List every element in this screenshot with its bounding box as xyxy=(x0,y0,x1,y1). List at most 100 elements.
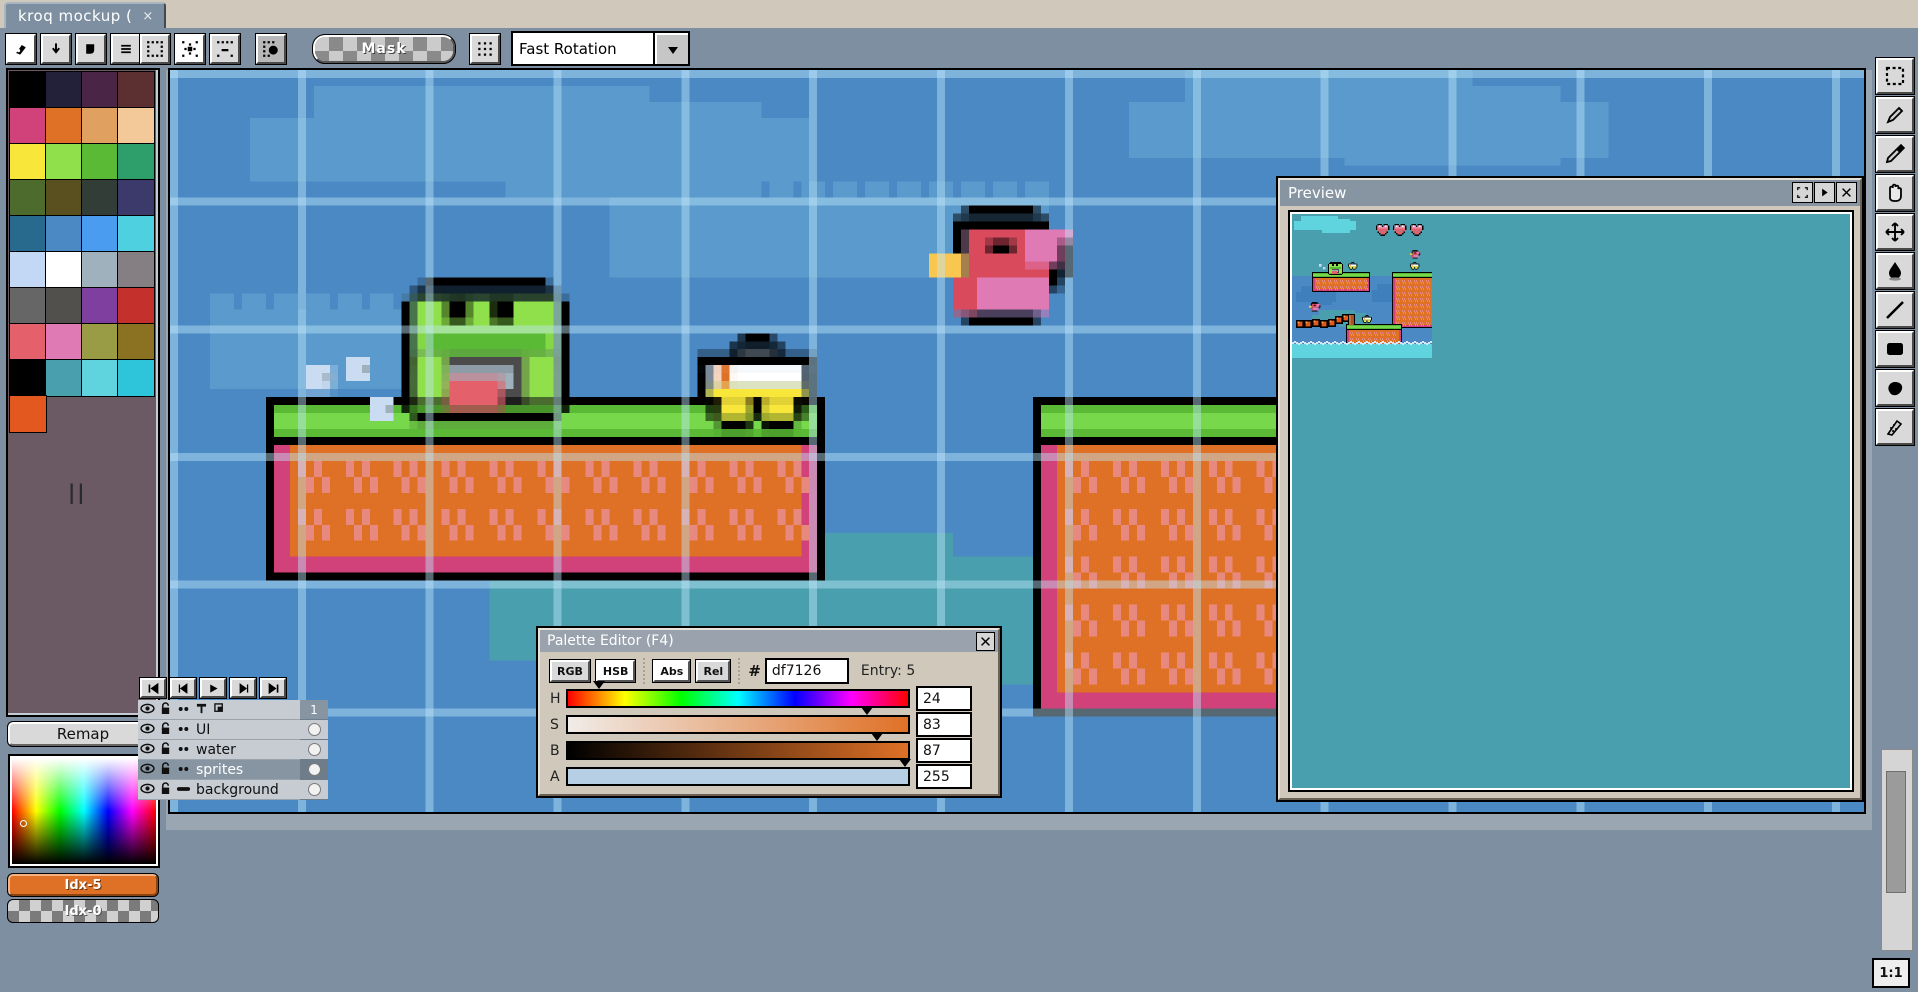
palette-swatch[interactable] xyxy=(9,323,47,361)
chevron-down-icon[interactable] xyxy=(653,31,690,66)
mask-slider[interactable]: Mask xyxy=(312,34,456,64)
slider-value-input[interactable]: 83 xyxy=(916,712,972,737)
paint-bucket-tool[interactable] xyxy=(1875,252,1915,290)
preview-fullscreen-button[interactable] xyxy=(1792,182,1813,203)
palette-swatch[interactable] xyxy=(117,323,155,361)
lock-icon[interactable] xyxy=(156,701,174,718)
slider-value-input[interactable]: 24 xyxy=(916,686,972,711)
lock-icon[interactable] xyxy=(156,781,174,798)
marquee-select-tool[interactable] xyxy=(1875,57,1915,95)
fill-shape-tool[interactable] xyxy=(75,33,107,65)
hex-color-input[interactable]: df7126 xyxy=(764,658,849,684)
slider-track[interactable] xyxy=(566,759,911,786)
eye-icon[interactable] xyxy=(138,703,156,717)
mode-hsb-button[interactable]: HSB xyxy=(594,659,637,683)
palette-swatch[interactable] xyxy=(9,359,47,397)
palette-swatch[interactable] xyxy=(81,215,119,253)
link-dots-icon[interactable] xyxy=(174,743,192,756)
eye-icon[interactable] xyxy=(138,783,156,797)
pencil-tool[interactable] xyxy=(1875,96,1915,134)
palette-swatch[interactable] xyxy=(45,359,83,397)
slider-value-input[interactable]: 87 xyxy=(916,738,972,763)
palette-swatch[interactable] xyxy=(45,107,83,145)
eye-icon[interactable] xyxy=(138,743,156,757)
zoom-level-indicator[interactable]: 1:1 xyxy=(1872,958,1910,988)
palette-swatch[interactable] xyxy=(45,251,83,289)
preview-title-bar[interactable]: Preview xyxy=(1280,180,1860,206)
range-rel-button[interactable]: Rel xyxy=(695,659,732,683)
palette-swatch[interactable] xyxy=(81,71,119,109)
duplicate-icon[interactable] xyxy=(210,702,228,717)
link-dots-icon[interactable] xyxy=(174,703,192,716)
move-tool[interactable] xyxy=(1875,213,1915,251)
scrollbar-thumb[interactable] xyxy=(1886,771,1906,893)
blob-brush-tool[interactable] xyxy=(1875,369,1915,407)
palette-swatch[interactable] xyxy=(9,143,47,181)
vertical-scrollbar[interactable] xyxy=(1881,749,1913,951)
palette-swatch[interactable] xyxy=(45,179,83,217)
next-frame-button[interactable] xyxy=(229,677,257,699)
preview-play-button[interactable] xyxy=(1814,182,1835,203)
palette-swatch[interactable] xyxy=(45,323,83,361)
preview-window[interactable]: Preview xyxy=(1276,176,1864,802)
document-tab[interactable]: kroq mockup ( × xyxy=(4,2,166,28)
tile-grid-button[interactable] xyxy=(469,33,501,65)
palette-swatch[interactable] xyxy=(81,107,119,145)
link-dots-icon[interactable] xyxy=(174,783,192,796)
palette-swatch[interactable] xyxy=(81,359,119,397)
palette-editor-close-button[interactable] xyxy=(976,632,995,651)
eye-icon[interactable] xyxy=(138,763,156,777)
grid-snap-button[interactable] xyxy=(255,33,287,65)
palette-swatch[interactable] xyxy=(45,215,83,253)
menu-tool[interactable] xyxy=(110,33,142,65)
spray-tool[interactable] xyxy=(1875,408,1915,446)
prev-frame-button[interactable] xyxy=(169,677,197,699)
palette-swatch[interactable] xyxy=(9,251,47,289)
link-dots-icon[interactable] xyxy=(174,723,192,736)
layer-frame-cell[interactable] xyxy=(300,740,328,760)
layer-frame-cell[interactable] xyxy=(300,780,328,800)
grid-center-button[interactable] xyxy=(174,33,206,65)
eye-icon[interactable] xyxy=(138,723,156,737)
background-color-swatch[interactable]: Idx-0 xyxy=(7,899,159,923)
remap-button[interactable]: Remap xyxy=(7,721,159,747)
hand-tool[interactable] xyxy=(1875,174,1915,212)
lock-icon[interactable] xyxy=(156,741,174,758)
palette-swatch[interactable] xyxy=(117,143,155,181)
palette-swatch[interactable] xyxy=(9,215,47,253)
color-picker-square[interactable] xyxy=(8,754,160,868)
palette-swatch[interactable] xyxy=(117,179,155,217)
rectangle-tool[interactable] xyxy=(1875,330,1915,368)
palette-swatch[interactable] xyxy=(81,323,119,361)
link-dots-icon[interactable] xyxy=(174,763,192,776)
eraser-tool[interactable] xyxy=(5,33,37,65)
foreground-color-swatch[interactable]: Idx-5 xyxy=(7,873,159,897)
close-icon[interactable]: × xyxy=(142,9,153,24)
palette-swatch[interactable] xyxy=(81,251,119,289)
rotation-algorithm-select[interactable]: Fast Rotation xyxy=(511,31,655,66)
palette-swatch[interactable] xyxy=(9,71,47,109)
palette-swatch[interactable] xyxy=(117,107,155,145)
layer-frame-cell[interactable] xyxy=(300,720,328,740)
slider-track[interactable] xyxy=(566,681,910,708)
palette-swatch[interactable] xyxy=(81,179,119,217)
palette-swatch[interactable] xyxy=(117,215,155,253)
palette-swatch[interactable] xyxy=(117,359,155,397)
mode-rgb-button[interactable]: RGB xyxy=(549,659,591,683)
palette-editor-dialog[interactable]: Palette Editor (F4) RGB HSB Abs Rel # df… xyxy=(536,626,1002,798)
preview-close-button[interactable] xyxy=(1836,182,1857,203)
layer-frame-cell[interactable] xyxy=(300,760,328,780)
download-tool[interactable] xyxy=(40,33,72,65)
palette-swatch[interactable] xyxy=(45,71,83,109)
palette-swatch[interactable] xyxy=(9,179,47,217)
lock-icon[interactable] xyxy=(156,721,174,738)
palette-swatch[interactable] xyxy=(117,71,155,109)
palette-swatch[interactable] xyxy=(117,251,155,289)
palette-swatch[interactable] xyxy=(81,287,119,325)
frame-number-header[interactable]: 1 xyxy=(300,700,328,720)
palette-swatch[interactable] xyxy=(9,395,47,433)
text-tool-icon[interactable] xyxy=(192,703,210,717)
line-tool[interactable] xyxy=(1875,291,1915,329)
slider-knob[interactable] xyxy=(898,759,911,767)
lock-icon[interactable] xyxy=(156,761,174,778)
